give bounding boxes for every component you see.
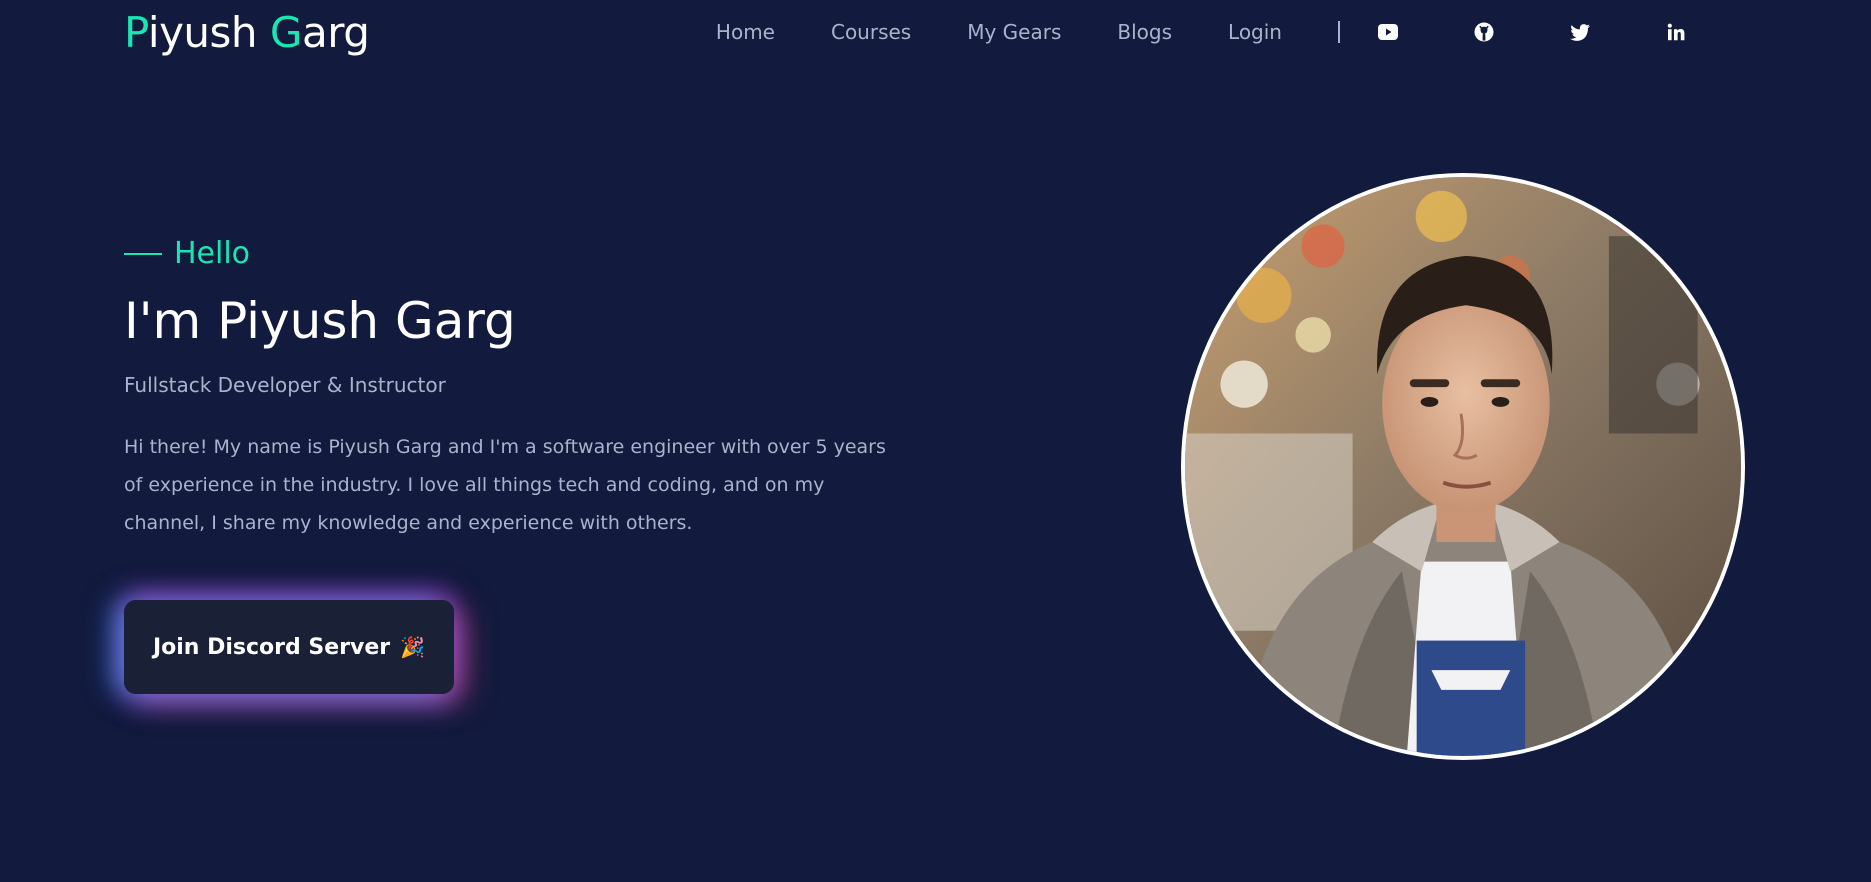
nav-login[interactable]: Login (1228, 20, 1282, 44)
github-icon[interactable] (1472, 20, 1496, 44)
logo-first-rest: iyush (147, 8, 270, 57)
hello-text: Hello (174, 236, 251, 271)
nav-my-gears[interactable]: My Gears (967, 20, 1061, 44)
nav-divider (1338, 21, 1340, 43)
hero-subtitle: Fullstack Developer & Instructor (124, 373, 446, 397)
hero-title: I'm Piyush Garg (124, 292, 516, 350)
twitter-icon[interactable] (1568, 20, 1592, 44)
profile-photo (1181, 173, 1745, 760)
logo-last-initial: G (269, 8, 303, 57)
youtube-icon[interactable] (1376, 20, 1400, 44)
nav-courses[interactable]: Courses (831, 20, 911, 44)
join-discord-button[interactable]: Join Discord Server 🎉 (124, 600, 454, 694)
nav-home[interactable]: Home (716, 20, 775, 44)
hero-bio: Hi there! My name is Piyush Garg and I'm… (124, 436, 886, 534)
site-logo[interactable]: Piyush Garg (124, 8, 370, 57)
home-page: Piyush Garg Home Courses My Gears Blogs … (0, 0, 1871, 882)
logo-first-initial: P (124, 8, 148, 57)
nav-blogs[interactable]: Blogs (1117, 20, 1172, 44)
main-nav: Home Courses My Gears Blogs Login (716, 14, 1744, 50)
linkedin-icon[interactable] (1664, 20, 1688, 44)
hello-line (124, 252, 162, 255)
join-discord-label: Join Discord Server (152, 634, 391, 660)
party-popper-icon: 🎉 (400, 635, 426, 659)
logo-last-rest: arg (301, 8, 370, 57)
hello-tag: Hello (124, 236, 250, 271)
